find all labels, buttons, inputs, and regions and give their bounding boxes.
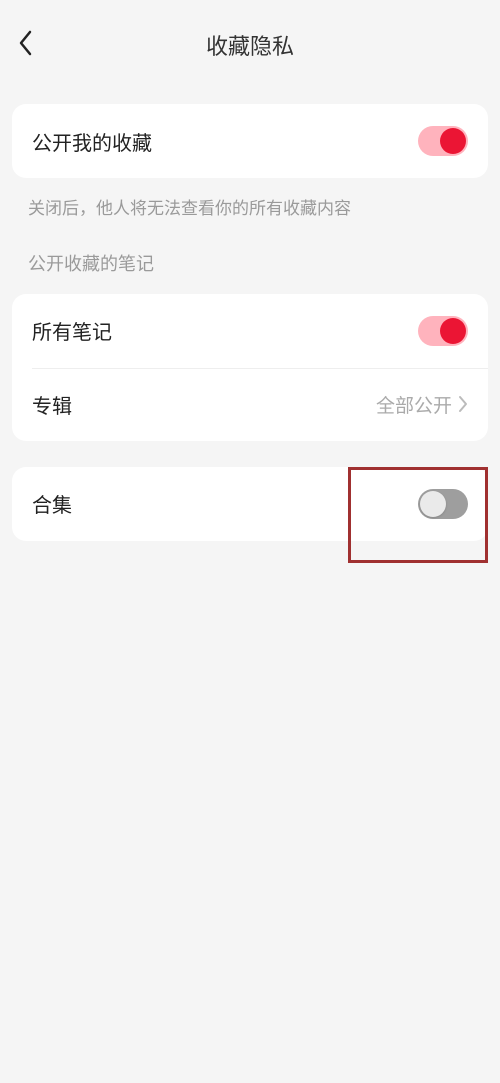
notes-card: 所有笔记 专辑 全部公开: [12, 294, 488, 441]
public-favorites-toggle[interactable]: [418, 126, 468, 156]
all-notes-label: 所有笔记: [32, 316, 418, 345]
header: 收藏隐私: [0, 0, 500, 90]
public-favorites-row[interactable]: 公开我的收藏: [12, 104, 488, 178]
public-favorites-label: 公开我的收藏: [32, 127, 418, 156]
chevron-right-icon: [458, 395, 468, 413]
all-notes-row[interactable]: 所有笔记: [12, 294, 488, 368]
back-button[interactable]: [18, 0, 58, 90]
page-title: 收藏隐私: [206, 29, 294, 61]
chevron-left-icon: [18, 29, 34, 62]
album-value: 全部公开: [376, 391, 452, 418]
album-row[interactable]: 专辑 全部公开: [12, 368, 488, 441]
public-favorites-card: 公开我的收藏: [12, 104, 488, 178]
public-favorites-hint: 关闭后，他人将无法查看你的所有收藏内容: [0, 178, 500, 222]
collection-row[interactable]: 合集: [12, 467, 488, 541]
collection-toggle[interactable]: [418, 489, 468, 519]
all-notes-toggle[interactable]: [418, 316, 468, 346]
album-label: 专辑: [32, 390, 376, 419]
collection-card: 合集: [12, 467, 488, 541]
collection-label: 合集: [32, 489, 418, 518]
section-label: 公开收藏的笔记: [0, 222, 500, 280]
